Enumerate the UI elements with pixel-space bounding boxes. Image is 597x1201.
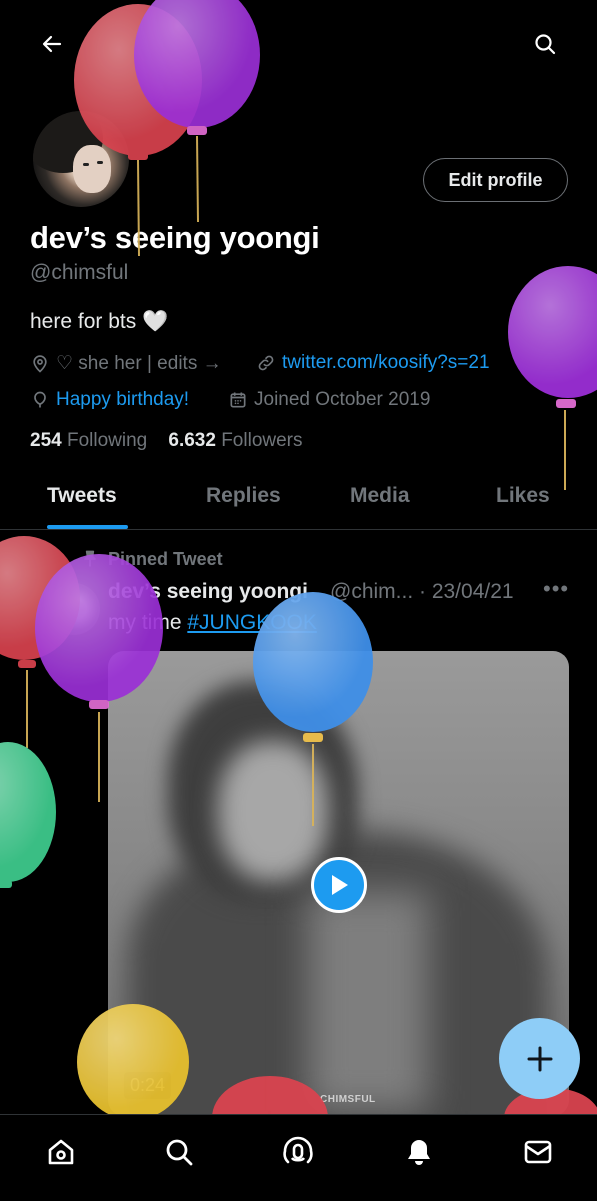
tab-media[interactable]: Media	[350, 484, 410, 508]
tweet-author-name[interactable]: dev’s seeing yoongi	[108, 580, 308, 604]
tab-tweets[interactable]: Tweets	[47, 484, 117, 508]
display-name: dev’s seeing yoongi	[30, 220, 320, 255]
search-icon	[166, 1139, 193, 1166]
search-icon	[535, 34, 556, 55]
profile-handle: @chimsful	[30, 261, 129, 284]
avatar[interactable]	[30, 108, 132, 210]
calendar-icon	[230, 392, 246, 408]
video-duration: 0:24	[124, 1072, 172, 1099]
balloon-green	[0, 742, 56, 888]
nav-notifications[interactable]	[396, 1129, 442, 1175]
tweet-author-handle: @chim... · 23/04/21	[330, 580, 514, 603]
divider	[0, 529, 597, 530]
location-text: ♡ she her | edits →	[56, 353, 222, 374]
nav-home[interactable]	[38, 1129, 84, 1175]
website-link[interactable]: twitter.com/koosify?s=21	[282, 352, 490, 374]
link-icon	[258, 355, 274, 371]
location-pin-icon	[33, 354, 47, 373]
joined-row: Joined October 2019	[228, 389, 430, 411]
balloon-purple-top	[134, 0, 260, 223]
bottom-navigation	[0, 1114, 597, 1201]
compose-tweet-button[interactable]	[499, 1018, 580, 1099]
arrow-left-icon	[42, 35, 62, 53]
nav-search[interactable]	[156, 1129, 202, 1175]
hashtag-link[interactable]: #JUNGKOOK	[187, 611, 317, 634]
search-button[interactable]	[527, 26, 563, 62]
balloon-icon	[34, 391, 46, 408]
following-count: 254	[30, 430, 62, 451]
video-watermark: CHIMSFUL	[320, 1094, 376, 1105]
back-button[interactable]	[34, 26, 70, 62]
tweet-avatar[interactable]	[48, 583, 100, 635]
pinned-tweet-label: Pinned Tweet	[108, 549, 223, 569]
followers-label: Followers	[221, 430, 303, 451]
tab-likes[interactable]: Likes	[496, 484, 550, 508]
profile-tabs: Tweets Replies Media Likes	[0, 466, 597, 528]
tab-replies[interactable]: Replies	[206, 484, 281, 508]
more-options-button[interactable]: •••	[543, 576, 569, 602]
play-button[interactable]	[311, 857, 367, 913]
balloon-red-left	[0, 536, 80, 748]
balloon-purple-right	[508, 266, 597, 490]
edit-profile-button[interactable]: Edit profile	[423, 158, 568, 202]
followers-link[interactable]: 6.632 Followers	[168, 430, 302, 451]
nav-messages[interactable]	[515, 1129, 561, 1175]
notifications-icon	[408, 1140, 430, 1165]
messages-icon	[524, 1140, 552, 1164]
tweet-text-prefix: my time	[108, 611, 188, 634]
spaces-icon	[283, 1136, 313, 1164]
following-link[interactable]: 254 Following	[30, 430, 147, 451]
website-row[interactable]: twitter.com/koosify?s=21	[256, 352, 490, 374]
home-icon	[48, 1139, 74, 1165]
birthday-row: Happy birthday!	[30, 389, 189, 411]
nav-spaces[interactable]	[275, 1129, 321, 1175]
followers-count: 6.632	[168, 430, 216, 451]
plus-icon	[527, 1046, 552, 1071]
follow-counts: 254 Following 6.632 Followers	[30, 430, 303, 452]
location-row: ♡ she her | edits →	[30, 352, 222, 375]
tweet-text: my time #JUNGKOOK	[108, 611, 317, 635]
joined-text: Joined October 2019	[254, 389, 431, 410]
pin-icon	[84, 550, 96, 567]
profile-bio: here for bts 🤍	[30, 310, 169, 333]
birthday-text: Happy birthday!	[56, 389, 190, 410]
following-label: Following	[66, 430, 148, 451]
play-icon	[332, 875, 348, 895]
